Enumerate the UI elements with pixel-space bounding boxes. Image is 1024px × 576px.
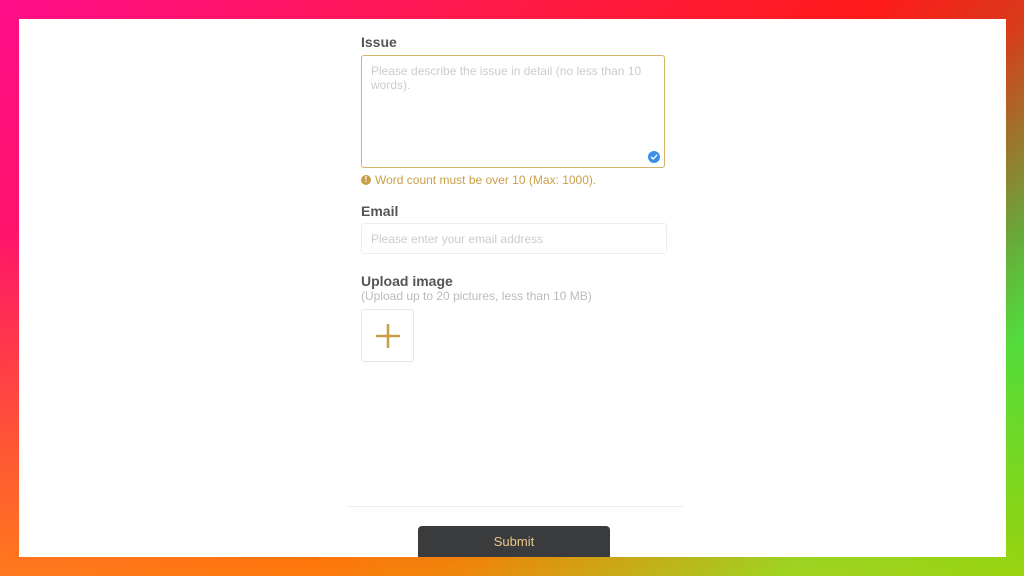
- exclamation-circle-icon: !: [361, 175, 371, 185]
- email-label: Email: [361, 203, 399, 219]
- plus-icon: [375, 323, 400, 348]
- issue-textarea-wrapper: [361, 55, 665, 168]
- issue-textarea[interactable]: [362, 56, 664, 167]
- upload-hint: (Upload up to 20 pictures, less than 10 …: [361, 289, 592, 303]
- upload-image-label: Upload image: [361, 273, 453, 289]
- warning-text: Word count must be over 10 (Max: 1000).: [375, 173, 597, 187]
- word-count-warning: ! Word count must be over 10 (Max: 1000)…: [361, 173, 596, 187]
- email-field[interactable]: [361, 223, 667, 254]
- feedback-page: Issue ! Word count must be over 10 (Max:…: [19, 19, 1006, 557]
- gradient-frame: Issue ! Word count must be over 10 (Max:…: [0, 0, 1024, 576]
- submit-button[interactable]: Submit: [418, 526, 610, 557]
- issue-label: Issue: [361, 34, 397, 50]
- footer-divider: [346, 506, 683, 507]
- check-circle-icon: [648, 151, 660, 163]
- upload-image-button[interactable]: [361, 309, 414, 362]
